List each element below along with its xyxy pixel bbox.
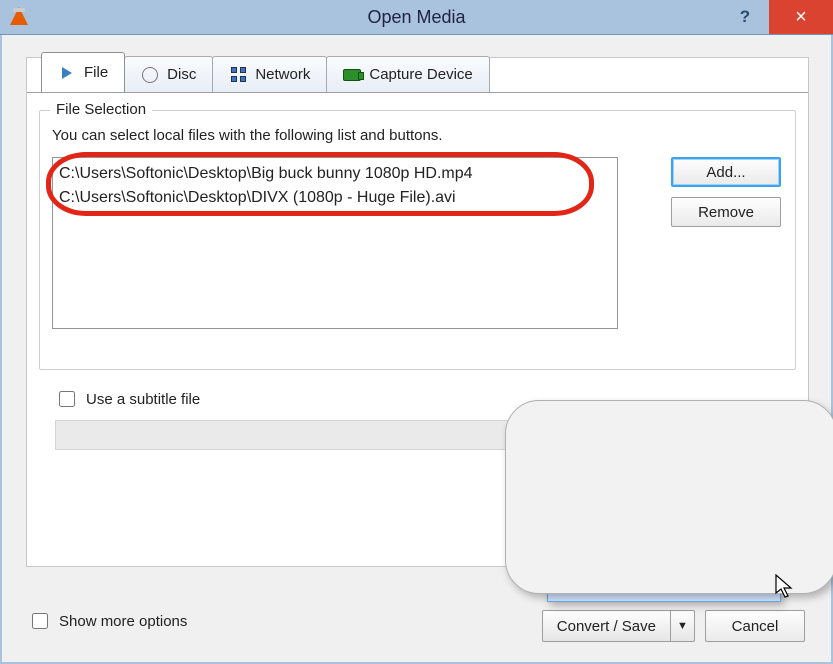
browse-button: Browse...: [644, 420, 784, 450]
disc-icon: [141, 66, 159, 84]
show-more-options-input[interactable]: [32, 613, 48, 629]
tab-disc-label: Disc: [167, 66, 196, 83]
menu-item-convert[interactable]: Convert Alt+O: [547, 568, 781, 602]
subtitle-path-row: Browse...: [55, 418, 784, 452]
client-area: File Disc Network Capture Device File Se…: [0, 35, 833, 664]
file-selection-legend: File Selection: [50, 101, 152, 118]
file-item[interactable]: C:\Users\Softonic\Desktop\Big buck bunny…: [59, 162, 611, 186]
use-subtitle-checkbox[interactable]: Use a subtitle file: [55, 388, 200, 410]
menu-item-shortcut: Alt+S: [727, 543, 766, 561]
menu-item-enqueue[interactable]: Enqueue Alt+E: [548, 467, 780, 501]
tab-disc[interactable]: Disc: [124, 56, 213, 92]
convert-save-button[interactable]: Convert / Save: [543, 611, 670, 641]
tab-file[interactable]: File: [41, 52, 125, 92]
convert-save-label: Convert / Save: [557, 618, 656, 635]
remove-button[interactable]: Remove: [671, 197, 781, 227]
show-more-options-label: Show more options: [59, 613, 187, 630]
remove-button-label: Remove: [698, 204, 754, 221]
network-icon: [229, 66, 247, 84]
file-icon: [58, 64, 76, 82]
subtitle-row: Use a subtitle file: [55, 388, 784, 411]
add-button-label: Add...: [706, 164, 745, 181]
menu-item-label: Play: [572, 509, 603, 527]
capture-icon: [343, 66, 361, 84]
subtitle-path-field: [55, 420, 628, 450]
add-button[interactable]: Add...: [671, 157, 781, 187]
file-selection-hint: You can select local files with the foll…: [52, 127, 443, 144]
menu-item-label: Enqueue: [572, 475, 636, 493]
show-more-options-checkbox[interactable]: Show more options: [28, 610, 187, 632]
tab-network-label: Network: [255, 66, 310, 83]
use-subtitle-checkbox-input[interactable]: [59, 391, 75, 407]
tab-capture[interactable]: Capture Device: [326, 56, 489, 92]
tabstrip: File Disc Network Capture Device: [27, 56, 808, 92]
help-button[interactable]: ?: [721, 0, 769, 34]
tab-capture-label: Capture Device: [369, 66, 472, 83]
convert-save-menu: Enqueue Alt+E Play Alt+P Stream Alt+S Co…: [547, 466, 781, 602]
menu-item-label: Convert: [572, 576, 628, 594]
tab-file-label: File: [84, 64, 108, 81]
file-item[interactable]: C:\Users\Softonic\Desktop\DIVX (1080p - …: [59, 186, 611, 210]
menu-item-shortcut: Alt+E: [727, 475, 766, 493]
cancel-button-label: Cancel: [732, 618, 779, 635]
menu-item-stream[interactable]: Stream Alt+S: [548, 535, 780, 569]
titlebar: Open Media ? ×: [0, 0, 833, 35]
close-button[interactable]: ×: [769, 0, 833, 34]
menu-item-shortcut: Alt+P: [727, 509, 766, 527]
tab-separator: [27, 92, 808, 93]
menu-item-label: Stream: [572, 543, 624, 561]
window-title: Open Media: [0, 7, 833, 28]
use-subtitle-label: Use a subtitle file: [86, 391, 200, 408]
menu-item-play[interactable]: Play Alt+P: [548, 501, 780, 535]
file-selection-fieldset: File Selection You can select local file…: [39, 110, 796, 370]
tab-network[interactable]: Network: [212, 56, 327, 92]
cancel-button[interactable]: Cancel: [705, 610, 805, 642]
convert-save-splitbutton[interactable]: Convert / Save ▼: [542, 610, 695, 642]
convert-save-dropdown[interactable]: ▼: [670, 611, 694, 641]
file-list[interactable]: C:\Users\Softonic\Desktop\Big buck bunny…: [52, 157, 618, 329]
browse-button-label: Browse...: [683, 427, 746, 444]
menu-item-shortcut: Alt+O: [726, 576, 766, 594]
mouse-cursor-icon: [775, 574, 795, 600]
bottom-buttons: Convert / Save ▼ Cancel: [542, 610, 805, 642]
vlc-cone-icon: [10, 7, 30, 27]
